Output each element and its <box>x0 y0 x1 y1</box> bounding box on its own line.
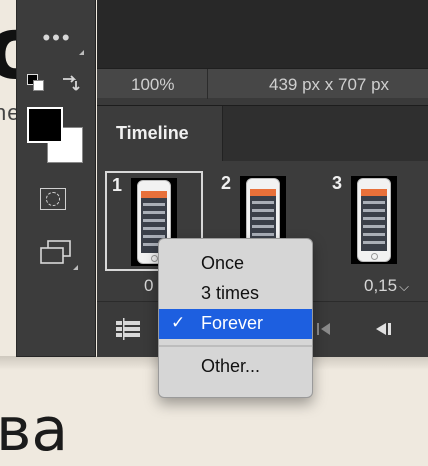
frame-number: 3 <box>332 173 343 193</box>
menu-separator <box>159 339 312 352</box>
background-word: ва <box>0 395 69 465</box>
document-size[interactable]: 439 px x 707 px <box>269 75 389 95</box>
screen-mode-corner-icon <box>73 265 78 270</box>
panel-tab-strip: Timeline <box>97 105 428 162</box>
previous-frame-icon[interactable] <box>311 316 337 342</box>
quick-mask-icon[interactable] <box>37 185 69 213</box>
frame-thumbnail <box>351 176 397 264</box>
more-tools-icon[interactable]: ••• <box>37 27 77 49</box>
menu-item-label: Forever <box>201 313 264 333</box>
tools-panel: ••• <box>16 0 96 357</box>
screen-mode-icon[interactable] <box>37 238 75 268</box>
frame-3[interactable]: 3 <box>327 171 425 271</box>
swap-colors-icon[interactable] <box>57 70 83 96</box>
frame-3-delay-value: 0,15 <box>364 276 398 295</box>
menu-item-3-times[interactable]: 3 times <box>159 279 312 309</box>
frame-1-delay[interactable]: 0 <box>144 276 153 296</box>
convert-timeline-icon[interactable] <box>113 316 143 342</box>
status-separator <box>207 69 208 99</box>
tab-timeline[interactable]: Timeline <box>97 106 223 162</box>
tab-timeline-label: Timeline <box>116 123 189 143</box>
menu-item-label: Once <box>201 253 245 273</box>
foreground-color-swatch[interactable] <box>27 107 63 143</box>
loop-options-menu: Once 3 times ✓ Forever Other... <box>158 238 313 398</box>
default-colors-icon[interactable] <box>27 74 47 94</box>
menu-item-other[interactable]: Other... <box>159 352 312 382</box>
chevron-down-icon: ⌵ <box>399 279 409 294</box>
frame-number: 1 <box>112 175 123 195</box>
more-tools-corner-icon <box>79 50 84 55</box>
status-bar: 100% 439 px x 707 px <box>97 68 428 99</box>
checkmark-icon: ✓ <box>171 313 186 332</box>
zoom-level[interactable]: 100% <box>131 75 174 95</box>
menu-item-label: 3 times <box>201 283 260 303</box>
frame-3-delay[interactable]: 0,15 ⌵ <box>364 276 409 296</box>
menu-item-label: Other... <box>201 356 261 376</box>
first-frame-icon[interactable] <box>369 316 399 342</box>
menu-item-once[interactable]: Once <box>159 249 312 279</box>
menu-item-forever[interactable]: ✓ Forever <box>159 309 312 339</box>
canvas-area <box>97 0 428 68</box>
frame-number: 2 <box>221 173 232 193</box>
